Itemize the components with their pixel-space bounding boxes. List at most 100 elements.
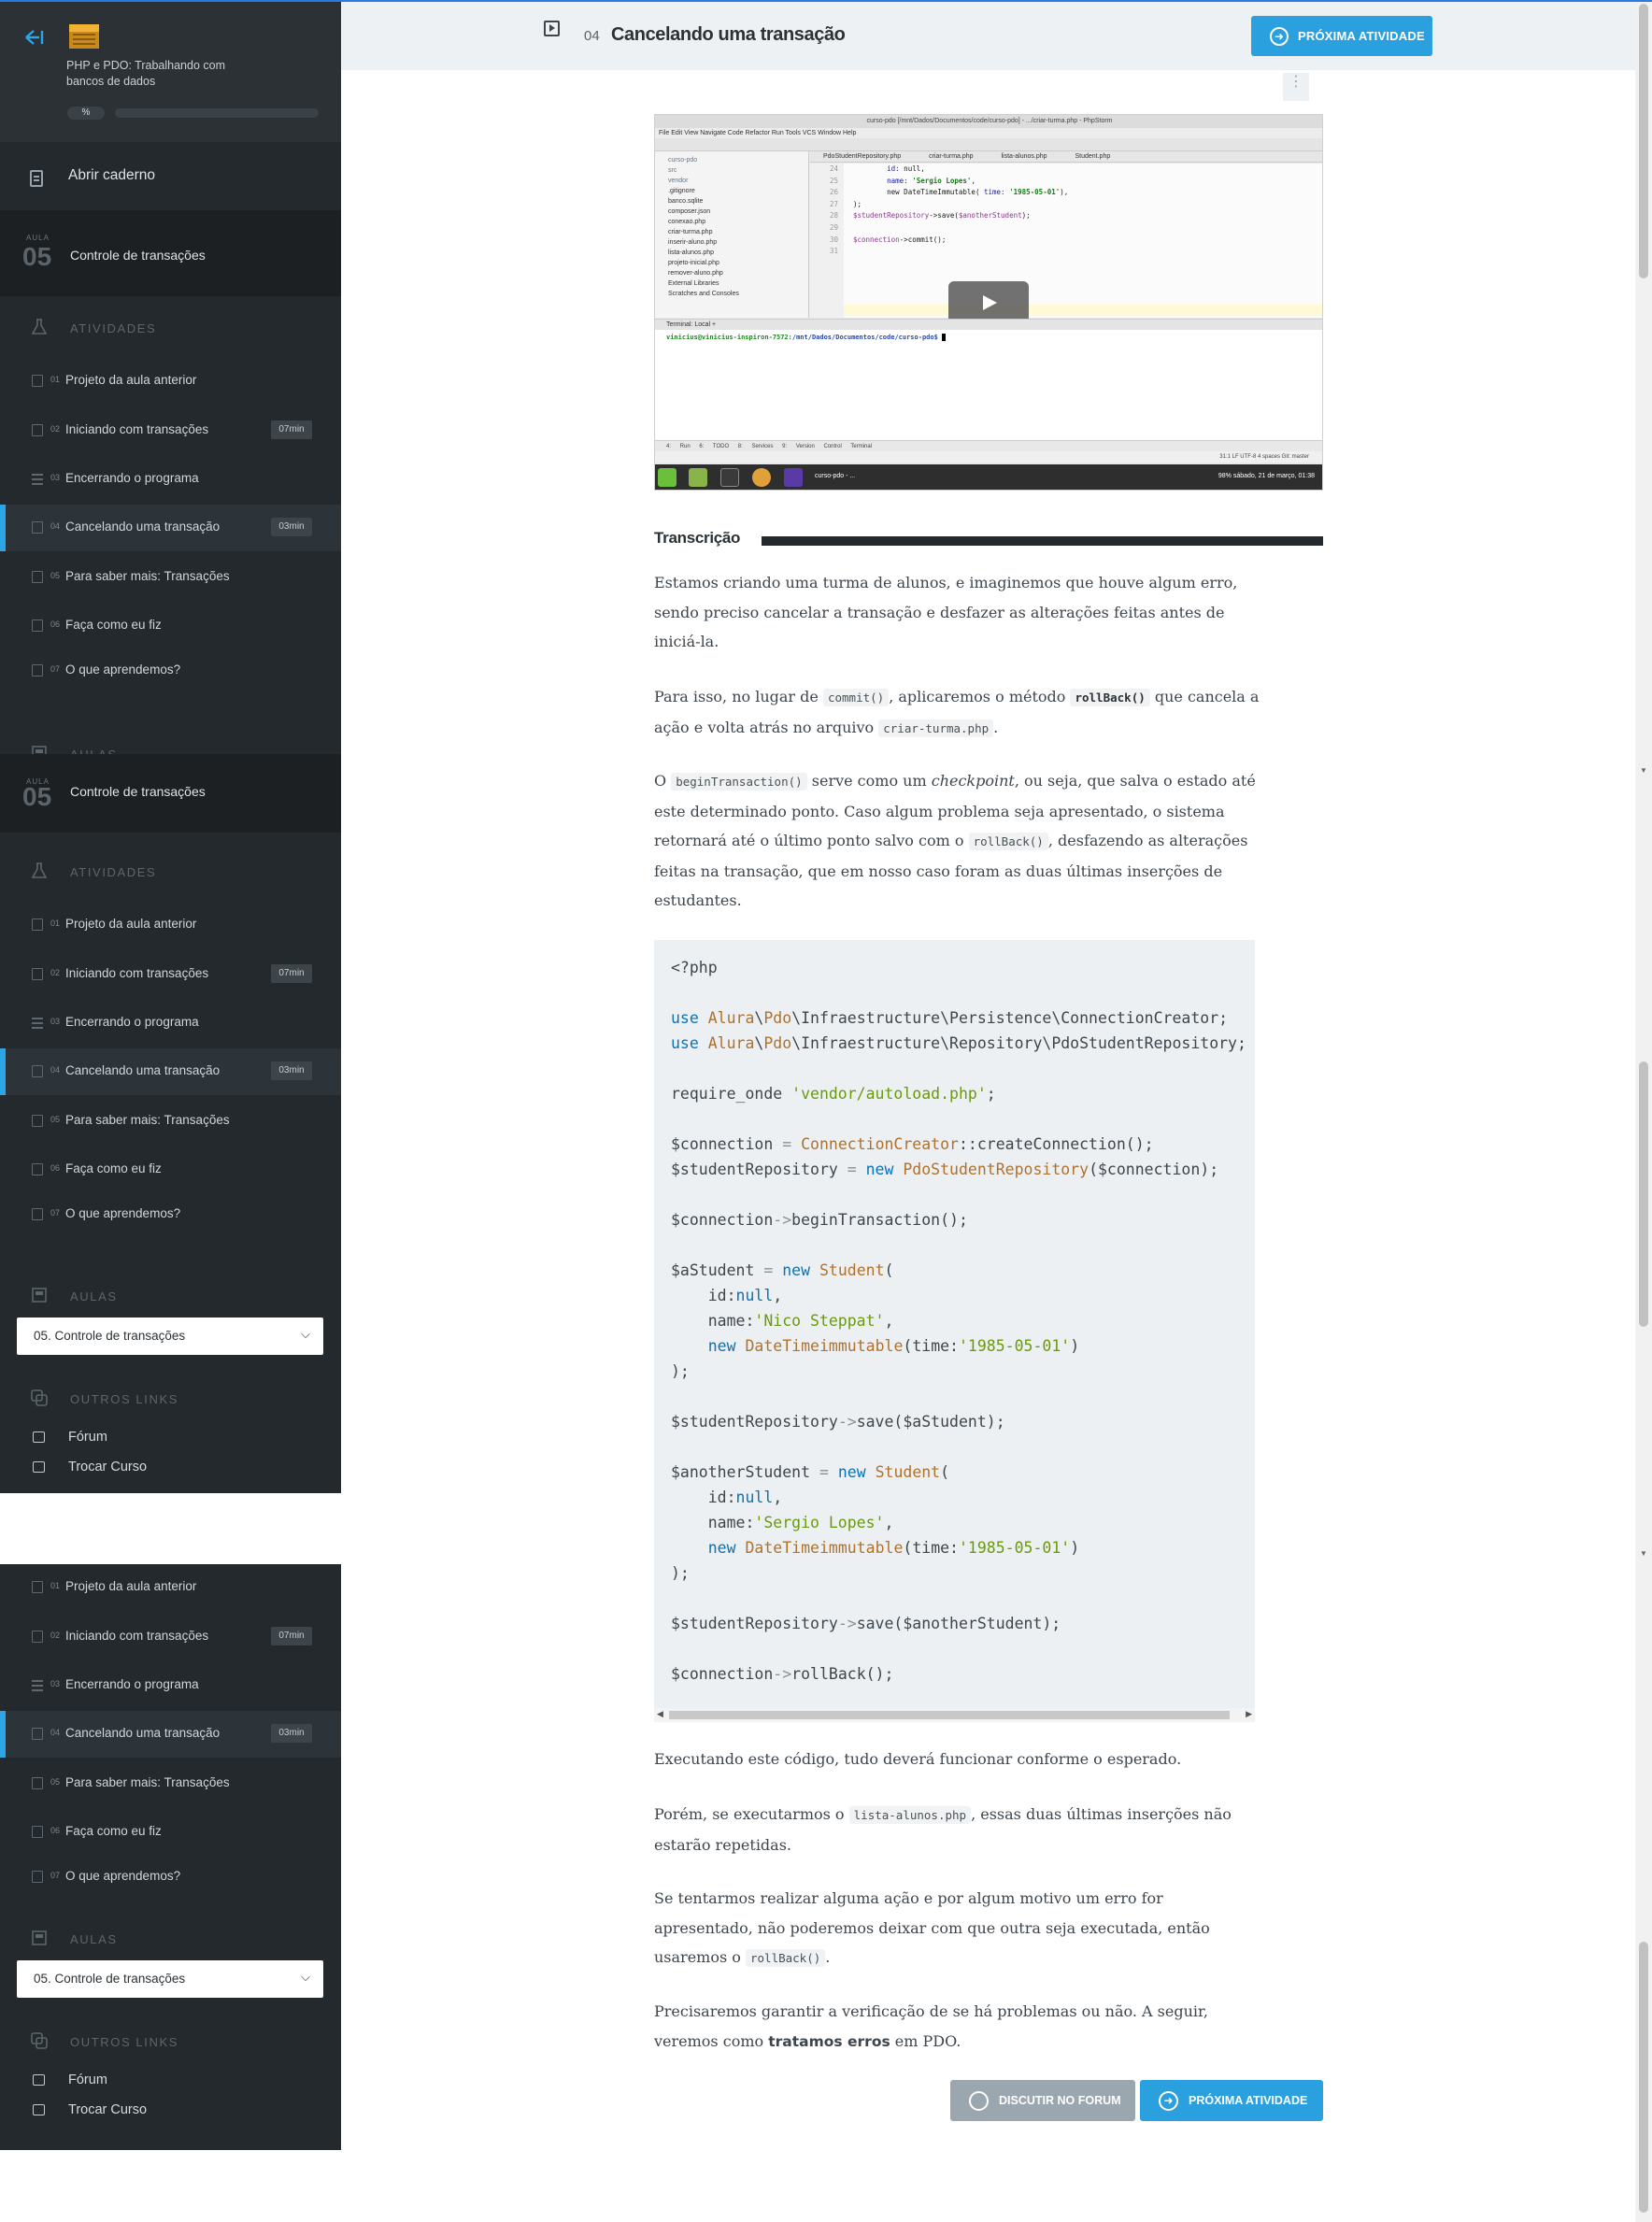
video-icon (32, 1065, 43, 1077)
files-icon (689, 468, 707, 487)
activity-number: 04 (50, 1065, 61, 1075)
activity-item[interactable]: 04 Cancelando uma transação 03min (0, 505, 341, 551)
code-block: <?php use Alura\Pdo\Infraestructure\Pers… (654, 940, 1255, 1722)
ide-code-editor: 24 25 26 27 28 29 30 31 id: null, name: 'Sergio… (810, 164, 1322, 318)
activity-title: Iniciando com transações (65, 966, 209, 980)
sidebar-link[interactable]: Trocar Curso (0, 1454, 341, 1482)
book-icon (32, 375, 43, 387)
activity-title: Para saber mais: Transações (65, 1775, 230, 1789)
lesson-select[interactable]: 05. Controle de transações ⌵ (17, 1960, 323, 1998)
notebook-icon (30, 170, 43, 187)
activity-item[interactable]: 05 Para saber mais: Transações (0, 554, 341, 601)
ide-window-title: curso-pdo [/mnt/Dados/Documentos/code/cu… (655, 115, 1322, 128)
activity-item[interactable]: 01 Projeto da aula anterior (0, 358, 341, 405)
activity-item[interactable]: 04 Cancelando uma transação 03min (0, 1048, 341, 1095)
paragraph-6: Se tentarmos realizar alguma ação e por … (654, 1889, 1210, 1967)
activity-number: 07 (50, 664, 61, 674)
activity-item[interactable]: 02 Iniciando com transações 07min (0, 951, 341, 998)
activity-item[interactable]: 06 Faça como eu fiz (0, 603, 341, 649)
mint-menu-icon (658, 468, 676, 487)
book-icon (32, 571, 43, 583)
scroll-thumb[interactable] (1639, 4, 1648, 278)
activity-item[interactable]: 01 Projeto da aula anterior (0, 1564, 341, 1611)
more-options-icon[interactable]: ⋮ (1283, 73, 1309, 101)
duration-badge: 07min (271, 420, 312, 439)
activity-title: Projeto da aula anterior (65, 373, 197, 387)
activity-item[interactable]: 03 Encerrando o programa (0, 456, 341, 503)
open-notebook-link[interactable]: Abrir caderno (0, 145, 341, 212)
links-icon (31, 2032, 48, 2049)
activity-item[interactable]: 07 O que aprendemos? (0, 648, 341, 694)
activity-item[interactable]: 07 O que aprendemos? (0, 1854, 341, 1901)
sidebar-link[interactable]: Fórum (0, 1424, 341, 1452)
next-activity-button-bottom[interactable]: ➜ PRÓXIMA ATIVIDADE (1140, 2080, 1323, 2121)
activity-title: O que aprendemos? (65, 1869, 181, 1883)
code-scroll-thumb[interactable] (669, 1711, 1230, 1719)
inline-code: rollBack() (968, 833, 1048, 850)
activity-number: 01 (50, 1581, 61, 1590)
activity-item[interactable]: 04 Cancelando uma transação 03min (0, 1711, 341, 1758)
activity-title: O que aprendemos? (65, 1206, 181, 1220)
aulas-heading-label: AULAS (70, 1932, 118, 1946)
scroll-left-icon[interactable]: ◀ (657, 1709, 663, 1719)
book-icon (32, 1208, 43, 1220)
arrow-right-icon: ➜ (1270, 27, 1289, 46)
activity-item[interactable]: 03 Encerrando o programa (0, 1000, 341, 1047)
top-accent-line (0, 0, 1652, 2)
lesson-select[interactable]: 05. Controle de transações ⌵ (17, 1318, 323, 1355)
activity-title: Projeto da aula anterior (65, 1579, 197, 1593)
scroll-right-icon[interactable]: ▶ (1246, 1709, 1252, 1719)
paragraph-5: Porém, se executarmos o lista-alunos.php… (654, 1805, 1232, 1854)
page-scrollbar[interactable]: ▼ ▼ (1635, 0, 1652, 2222)
activity-title: Projeto da aula anterior (65, 917, 197, 931)
current-lesson[interactable]: AULA 05 Controle de transações (0, 210, 341, 296)
lesson-row-repeat[interactable]: AULA 05 Controle de transações (0, 754, 341, 833)
scroll-thumb[interactable] (1639, 1942, 1648, 2213)
activity-item[interactable]: 07 O que aprendemos? (0, 1191, 341, 1238)
activity-item[interactable]: 05 Para saber mais: Transações (0, 1098, 341, 1145)
scroll-thumb[interactable] (1639, 1061, 1648, 1327)
video-player[interactable]: curso-pdo [/mnt/Dados/Documentos/code/cu… (654, 114, 1323, 491)
flask-icon (31, 862, 48, 879)
scroll-down-icon[interactable]: ▼ (1640, 766, 1647, 775)
line-number: 30 (829, 235, 838, 244)
sidebar-link-label: Fórum (68, 2072, 107, 2087)
course-logo-icon (67, 22, 101, 50)
discuss-forum-button[interactable]: DISCUTIR NO FORUM (950, 2080, 1135, 2121)
sidebar-header: PHP e PDO: Trabalhando com bancos de dad… (0, 2, 341, 142)
duration-badge: 03min (271, 1061, 312, 1080)
lesson-number: 05 (22, 782, 52, 811)
line-number: 28 (829, 211, 838, 221)
arrow-right-icon: ➜ (1159, 2091, 1178, 2111)
activity-number: 04 (584, 28, 600, 44)
activity-item[interactable]: 02 Iniciando com transações 07min (0, 1614, 341, 1660)
activity-item[interactable]: 03 Encerrando o programa (0, 1662, 341, 1709)
sidebar-link[interactable]: Trocar Curso (0, 2097, 341, 2125)
scroll-down-icon[interactable]: ▼ (1640, 1549, 1647, 1558)
book-open-icon (31, 1930, 48, 1946)
activity-number: 06 (50, 620, 61, 629)
activities-heading-label: ATIVIDADES (70, 865, 157, 879)
activity-item[interactable]: 05 Para saber mais: Transações (0, 1760, 341, 1807)
tree-item: criar-turma.php (668, 229, 713, 235)
activity-title: Para saber mais: Transações (65, 569, 230, 583)
sidebar-link[interactable]: Fórum (0, 2067, 341, 2095)
paragraph-7: Precisaremos garantir a verificação de s… (654, 2002, 1208, 2050)
duration-badge: 07min (271, 964, 312, 983)
activity-item[interactable]: 06 Faça como eu fiz (0, 1809, 341, 1856)
code-horizontal-scrollbar[interactable]: ◀ ▶ (654, 1708, 1255, 1722)
back-arrow-icon[interactable] (24, 28, 49, 49)
lesson-aula-label: AULA (26, 234, 50, 242)
video-icon (32, 1728, 43, 1740)
next-activity-button[interactable]: ➜ PRÓXIMA ATIVIDADE (1251, 16, 1432, 56)
paragraph-1: Estamos criando uma turma de alunos, e i… (654, 574, 1238, 650)
activity-number: 03 (50, 473, 61, 482)
activity-item[interactable]: 02 Iniciando com transações 07min (0, 407, 341, 454)
activity-item[interactable]: 06 Faça como eu fiz (0, 1147, 341, 1193)
activity-title: Encerrando o programa (65, 471, 199, 485)
activity-item[interactable]: 01 Projeto da aula anterior (0, 902, 341, 948)
course-title[interactable]: PHP e PDO: Trabalhando com bancos de dad… (66, 58, 253, 90)
line-number: 24 (829, 164, 838, 173)
activity-number: 05 (50, 571, 61, 580)
activity-title: O que aprendemos? (65, 662, 181, 677)
